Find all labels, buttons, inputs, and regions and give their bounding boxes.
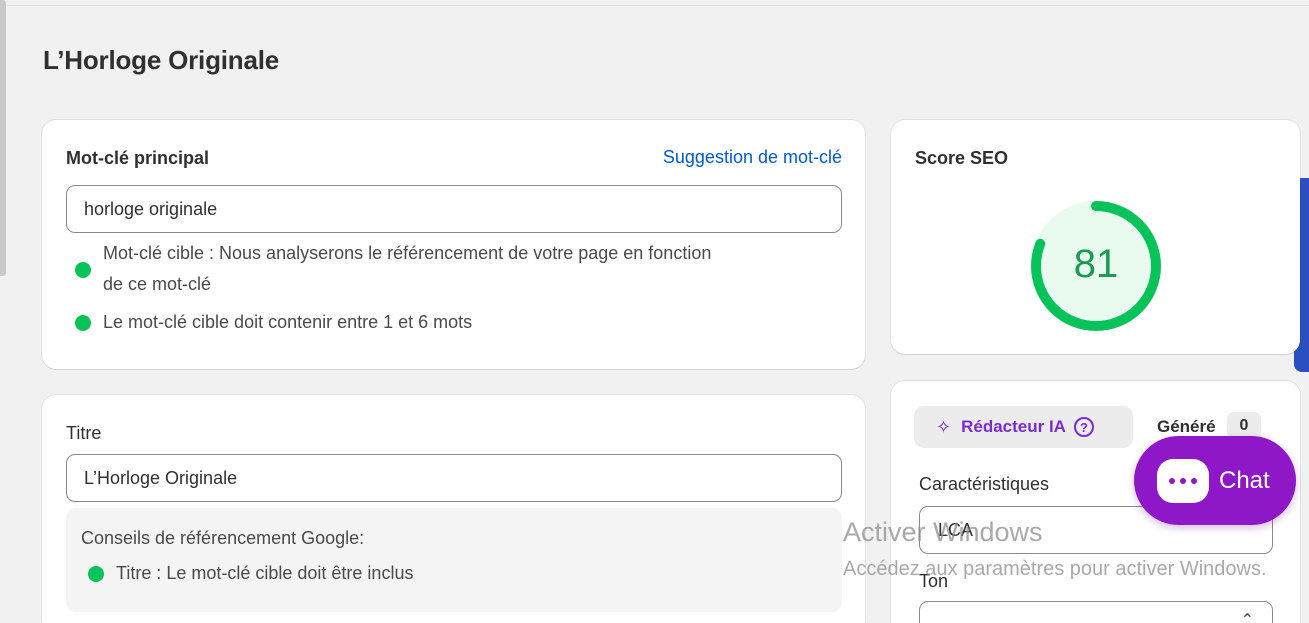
sparkle-icon: ✧ bbox=[936, 416, 952, 437]
generated-label: Généré bbox=[1157, 417, 1216, 436]
success-dot-icon bbox=[88, 566, 104, 582]
tips-heading: Conseils de référencement Google: bbox=[81, 528, 365, 548]
tip-text: Titre : Le mot-clé cible doit être inclu… bbox=[116, 563, 414, 583]
chat-bubble-icon bbox=[1157, 458, 1209, 503]
title-input[interactable]: L’Horloge Originale bbox=[66, 454, 842, 502]
keyword-hint-length: Le mot-clé cible doit contenir entre 1 e… bbox=[75, 307, 472, 338]
tone-select[interactable]: ⌃ bbox=[919, 601, 1273, 623]
left-scrollbar[interactable] bbox=[0, 0, 6, 276]
keyword-hint-text: Mot-clé cible : Nous analyserons le réfé… bbox=[103, 238, 711, 300]
keyword-card: Mot-clé principal Suggestion de mot-clé … bbox=[42, 120, 865, 369]
features-label: Caractéristiques bbox=[919, 474, 1050, 494]
chat-button[interactable]: Chat bbox=[1134, 436, 1296, 525]
chevron-up-icon: ⌃ bbox=[1240, 612, 1254, 623]
windows-activation-title: Activer Windows bbox=[843, 517, 1043, 547]
seo-editor-page: L’Horloge Originale Mot-clé principal Su… bbox=[0, 0, 1309, 623]
dot bbox=[1169, 477, 1175, 484]
chat-label: Chat bbox=[1219, 466, 1270, 494]
score-heading: Score SEO bbox=[915, 148, 1009, 168]
ai-writer-button[interactable]: ✧ Rédacteur IA ? bbox=[914, 406, 1133, 448]
hint-line: de ce mot-clé bbox=[103, 274, 212, 294]
keyword-input[interactable]: horloge originale bbox=[66, 185, 842, 233]
dot bbox=[1180, 477, 1186, 484]
hint-text: Le mot-clé cible doit contenir entre 1 e… bbox=[103, 312, 473, 332]
seo-score-card: Score SEO 81 bbox=[891, 120, 1300, 354]
ai-writer-label: Rédacteur IA bbox=[961, 417, 1066, 436]
question-circle-icon[interactable]: ? bbox=[1073, 417, 1094, 437]
top-divider bbox=[0, 5, 1309, 6]
google-tips-box: Conseils de référencement Google: Titre … bbox=[66, 508, 842, 612]
title-tip: Titre : Le mot-clé cible doit être inclu… bbox=[88, 558, 413, 589]
keyword-suggestion-link[interactable]: Suggestion de mot-clé bbox=[663, 147, 842, 168]
keyword-hint-target: Mot-clé cible : Nous analyserons le réfé… bbox=[75, 238, 711, 300]
hint-line: Mot-clé cible : Nous analyserons le réfé… bbox=[103, 243, 712, 263]
windows-activation-subtitle: Accédez aux paramètres pour activer Wind… bbox=[843, 558, 1267, 580]
title-card: Titre L’Horloge Originale Conseils de ré… bbox=[42, 395, 865, 623]
score-value: 81 bbox=[1073, 242, 1119, 286]
dot bbox=[1191, 477, 1197, 484]
page-title: L’Horloge Originale bbox=[43, 45, 280, 75]
keyword-heading: Mot-clé principal bbox=[66, 148, 210, 168]
success-dot-icon bbox=[75, 262, 91, 278]
title-label: Titre bbox=[66, 423, 102, 443]
success-dot-icon bbox=[75, 315, 91, 331]
